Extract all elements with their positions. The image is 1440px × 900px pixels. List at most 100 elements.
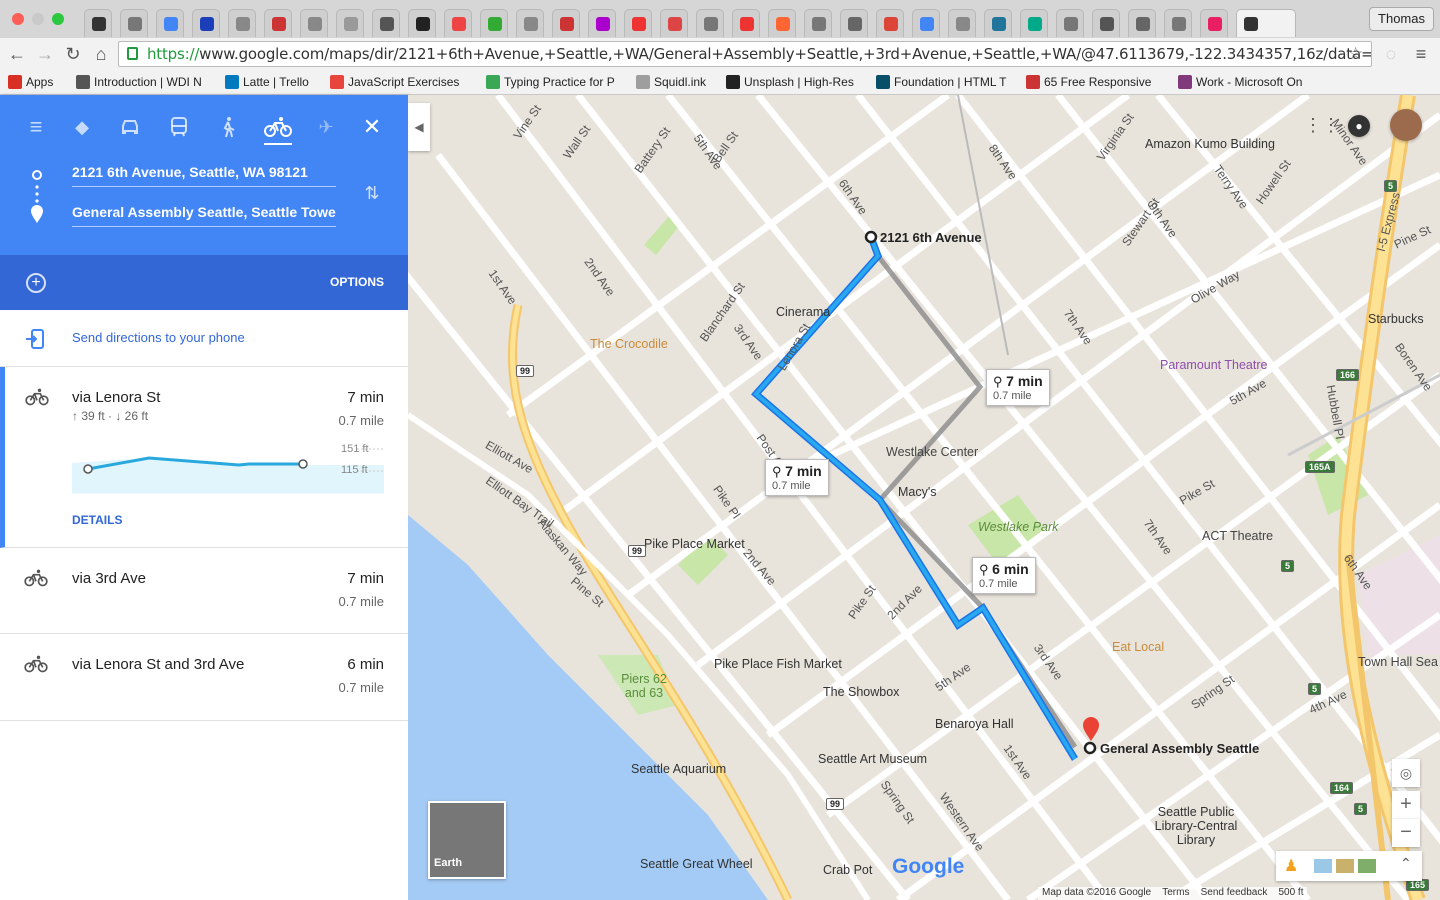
zoom-in-button[interactable]: +	[1392, 791, 1420, 819]
imagery-thumb-icon[interactable]	[1336, 859, 1354, 873]
browser-tab[interactable]	[408, 9, 436, 37]
walking-icon[interactable]	[216, 115, 240, 139]
menu-icon[interactable]: ≡	[24, 115, 48, 139]
bicycle-icon[interactable]	[264, 115, 292, 145]
place-label[interactable]: Pike Place Market	[644, 537, 745, 551]
browser-tab[interactable]	[192, 9, 220, 37]
browser-tab[interactable]	[516, 9, 544, 37]
origin-input[interactable]: 2121 6th Avenue, Seattle, WA 98121	[72, 161, 336, 187]
browser-tab[interactable]	[1092, 9, 1120, 37]
route-option-2[interactable]: via 3rd Ave 7 min 0.7 mile	[0, 548, 408, 634]
bookmark-item[interactable]: Work - Microsoft On	[1178, 74, 1302, 90]
bookmark-item[interactable]: Introduction | WDI N	[76, 74, 202, 90]
details-button[interactable]: DETAILS	[72, 513, 122, 527]
browser-tab[interactable]	[372, 9, 400, 37]
forward-icon[interactable]: →	[34, 43, 56, 65]
browser-tab[interactable]	[660, 9, 688, 37]
swap-icon[interactable]: ⇅	[360, 181, 384, 205]
profile-button[interactable]: Thomas	[1369, 7, 1434, 31]
route-option-1[interactable]: via Lenora St 7 min 0.7 mile ↑ 39 ft · ↓…	[0, 367, 408, 548]
browser-tab[interactable]	[768, 9, 796, 37]
browser-tab[interactable]	[1020, 9, 1048, 37]
flight-icon[interactable]: ✈	[314, 115, 338, 139]
place-label[interactable]: Benaroya Hall	[935, 717, 1014, 731]
bookmark-item[interactable]: Typing Practice for P	[486, 74, 615, 90]
minimize-window-icon[interactable]	[32, 13, 44, 25]
bookmark-item[interactable]: Squidl.ink	[636, 74, 706, 90]
browser-tab[interactable]	[804, 9, 832, 37]
maximize-window-icon[interactable]	[52, 13, 64, 25]
options-button[interactable]: OPTIONS	[330, 275, 384, 289]
destination-input[interactable]: General Assembly Seattle, Seattle Tower	[72, 201, 336, 227]
browser-tab[interactable]	[696, 9, 724, 37]
place-label[interactable]: Seattle Aquarium	[631, 762, 726, 776]
terms-link[interactable]: Terms	[1162, 887, 1189, 898]
place-label[interactable]: Westlake Center	[886, 445, 978, 459]
place-label[interactable]: Cinerama	[776, 305, 830, 319]
browser-tab[interactable]	[1056, 9, 1084, 37]
browser-tab[interactable]	[264, 9, 292, 37]
send-to-phone-row[interactable]: Send directions to your phone	[0, 310, 408, 367]
home-icon[interactable]: ⌂	[90, 43, 112, 65]
place-label[interactable]: Seattle Great Wheel	[640, 857, 753, 871]
browser-tab[interactable]	[444, 9, 472, 37]
place-label[interactable]: Crab Pot	[823, 863, 872, 877]
bookmark-item[interactable]: JavaScript Exercises	[330, 74, 459, 90]
bookmark-item[interactable]: 65 Free Responsive	[1026, 74, 1151, 90]
place-label[interactable]: Westlake Park	[978, 520, 1058, 534]
place-label[interactable]: Starbucks	[1368, 312, 1424, 326]
zoom-out-button[interactable]: −	[1392, 819, 1420, 847]
bookmark-star-icon[interactable]: ☆	[1348, 42, 1363, 66]
browser-tab[interactable]	[552, 9, 580, 37]
bookmark-item[interactable]: Unsplash | High-Res	[726, 74, 854, 90]
my-location-icon[interactable]: ◎	[1392, 759, 1420, 787]
browser-tab[interactable]	[624, 9, 652, 37]
layers-bar[interactable]: ♟ ⌃	[1276, 851, 1422, 881]
route-callout-3[interactable]: ⚲ 6 min 0.7 mile	[972, 557, 1036, 594]
bookmark-item[interactable]: Apps	[8, 74, 53, 90]
add-destination-icon[interactable]: +	[26, 273, 46, 293]
bookmark-item[interactable]: Foundation | HTML T	[876, 74, 1007, 90]
send-directions-link[interactable]: Send directions to your phone	[72, 330, 245, 345]
browser-tab[interactable]	[732, 9, 760, 37]
close-window-icon[interactable]	[12, 13, 24, 25]
browser-tab[interactable]	[912, 9, 940, 37]
place-label[interactable]: Eat Local	[1112, 640, 1164, 654]
close-icon[interactable]: ✕	[360, 115, 384, 139]
apps-grid-icon[interactable]: ⋮⋮	[1304, 115, 1340, 135]
place-label[interactable]: Seattle Public Library-Central Library	[1141, 805, 1251, 847]
place-label[interactable]: Seattle Art Museum	[818, 752, 927, 766]
browser-tab[interactable]	[1236, 9, 1296, 37]
send-feedback-link[interactable]: Send feedback	[1201, 887, 1268, 898]
extension-icon[interactable]: ◌	[1380, 43, 1402, 65]
notifications-icon[interactable]: ●	[1348, 115, 1370, 137]
reload-icon[interactable]: ↻	[62, 43, 84, 65]
place-label[interactable]: Paramount Theatre	[1160, 358, 1267, 372]
browser-tab[interactable]	[228, 9, 256, 37]
browser-tab[interactable]	[984, 9, 1012, 37]
browser-tab[interactable]	[300, 9, 328, 37]
place-label[interactable]: The Crocodile	[590, 337, 668, 351]
transit-icon[interactable]	[167, 115, 191, 139]
browser-tab[interactable]	[1128, 9, 1156, 37]
expand-icon[interactable]: ⌃	[1400, 855, 1412, 872]
browser-tab[interactable]	[480, 9, 508, 37]
browser-tab[interactable]	[588, 9, 616, 37]
place-label[interactable]: ACT Theatre	[1202, 529, 1273, 543]
route-callout-1[interactable]: ⚲ 7 min 0.7 mile	[986, 369, 1050, 406]
place-label[interactable]: Macy's	[898, 485, 937, 499]
menu-icon[interactable]: ≡	[1410, 43, 1432, 65]
browser-tab[interactable]	[1200, 9, 1228, 37]
browser-tab[interactable]	[840, 9, 868, 37]
place-label[interactable]: Piers 62 and 63	[614, 672, 674, 700]
browser-tab[interactable]	[156, 9, 184, 37]
place-label[interactable]: Pike Place Fish Market	[714, 657, 842, 671]
browser-tab[interactable]	[84, 9, 112, 37]
car-icon[interactable]	[118, 115, 142, 139]
bookmark-item[interactable]: Latte | Trello	[225, 74, 309, 90]
pegman-icon[interactable]: ♟	[1284, 856, 1298, 876]
imagery-thumb-icon[interactable]	[1314, 859, 1332, 873]
back-icon[interactable]: ←	[6, 43, 28, 65]
route-callout-2[interactable]: ⚲ 7 min 0.7 mile	[765, 459, 829, 496]
browser-tab[interactable]	[120, 9, 148, 37]
